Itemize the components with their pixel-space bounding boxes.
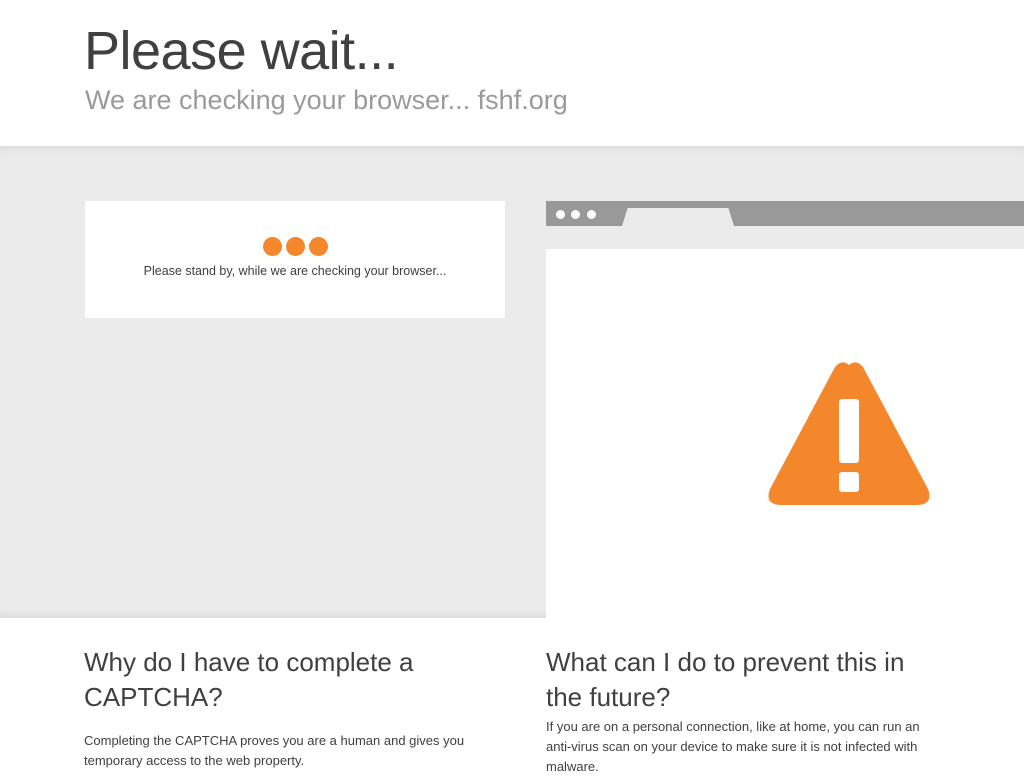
browser-title-bar: [546, 201, 1024, 226]
window-dot: [587, 210, 596, 219]
browser-window-icon: [546, 201, 1024, 618]
faq-captcha-heading: Why do I have to complete a CAPTCHA?: [84, 647, 414, 712]
faq-prevent-body: If you are on a personal connection, lik…: [546, 719, 920, 774]
status-card: Please stand by, while we are checking y…: [85, 201, 505, 318]
loader-dot: [263, 237, 282, 256]
browser-tab: [622, 208, 734, 226]
window-dot: [571, 210, 580, 219]
browser-viewport: [546, 249, 1024, 618]
page-subtitle: We are checking your browser... fshf.org: [85, 85, 568, 115]
loader-dot: [309, 237, 328, 256]
three-dots-loader-icon: [263, 237, 329, 256]
faq-prevent: What can I do to prevent this in the fut…: [546, 645, 946, 777]
page-header: Please wait... We are checking your brow…: [0, 0, 1024, 146]
faq-captcha-body: Completing the CAPTCHA proves you are a …: [84, 733, 465, 768]
page-title: Please wait...: [84, 21, 399, 81]
status-message: Please stand by, while we are checking y…: [143, 264, 447, 278]
faq-prevent-heading: What can I do to prevent this in the fut…: [546, 647, 905, 712]
faq-captcha: Why do I have to complete a CAPTCHA? Com…: [84, 645, 484, 771]
loader-dot: [286, 237, 305, 256]
window-dot: [556, 210, 565, 219]
warning-triangle-icon: [768, 362, 930, 505]
browser-toolbar: [546, 226, 1024, 249]
